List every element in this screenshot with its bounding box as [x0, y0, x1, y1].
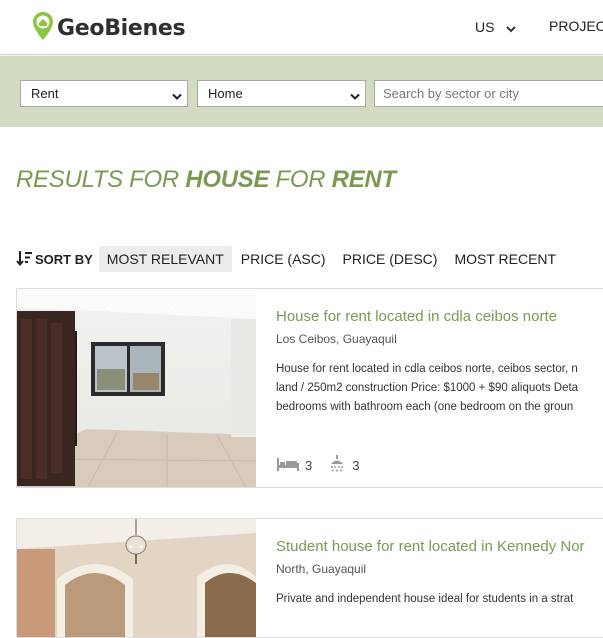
- chevron-down-icon: [350, 89, 360, 104]
- search-placeholder: Search by sector or city: [383, 86, 519, 101]
- sort-label: SORT BY: [16, 250, 93, 269]
- search-band: Rent Home Search by sector or city: [0, 56, 603, 127]
- sort-icon: [16, 250, 32, 269]
- listing-body: Student house for rent located in Kenned…: [276, 519, 603, 637]
- listing-description: Private and independent house ideal for …: [276, 590, 603, 609]
- bathrooms-feature: 3: [328, 455, 359, 476]
- page-title: RESULTS FOR HOUSE FOR RENT: [16, 166, 396, 194]
- listing-location: North, Guayaquil: [276, 562, 367, 576]
- sort-option-price-desc[interactable]: PRICE (DESC): [335, 246, 446, 272]
- listing-photo[interactable]: [17, 519, 256, 637]
- listing-card[interactable]: Student house for rent located in Kenned…: [16, 518, 603, 638]
- listing-body: House for rent located in cdla ceibos no…: [276, 289, 603, 487]
- description-line: bedrooms with bathroom each (one bedroom…: [276, 401, 574, 413]
- location-pin-icon: [32, 11, 54, 46]
- listing-location: Los Ceibos, Guayaquil: [276, 332, 397, 346]
- sort-option-most-recent[interactable]: MOST RECENT: [446, 246, 564, 272]
- property-type-select[interactable]: Home: [197, 80, 366, 107]
- nav-projects-link[interactable]: PROJECT: [549, 18, 603, 34]
- operation-select-value: Rent: [31, 86, 59, 101]
- title-operation: RENT: [331, 166, 396, 193]
- bed-icon: [277, 457, 299, 474]
- title-middle: FOR: [269, 166, 332, 193]
- sort-bar: SORT BY MOST RELEVANT PRICE (ASC) PRICE …: [16, 246, 565, 272]
- bedrooms-feature: 3: [277, 457, 312, 474]
- title-prefix: RESULTS FOR: [16, 166, 186, 193]
- listing-card[interactable]: House for rent located in cdla ceibos no…: [16, 288, 603, 488]
- property-type-select-value: Home: [208, 86, 243, 101]
- operation-select[interactable]: Rent: [20, 80, 188, 107]
- listing-description: House for rent located in cdla ceibos no…: [276, 360, 603, 417]
- chevron-down-icon: [172, 89, 182, 104]
- description-line: House for rent located in cdla ceibos no…: [276, 363, 578, 375]
- logo-text: GeoBienes: [57, 16, 186, 41]
- title-type: HOUSE: [185, 166, 270, 193]
- nav-us-label: US: [475, 19, 495, 35]
- sort-option-most-relevant[interactable]: MOST RELEVANT: [98, 246, 232, 272]
- geobienes-logo[interactable]: GeoBienes: [32, 11, 186, 46]
- listing-photo[interactable]: [17, 289, 256, 487]
- listing-title[interactable]: House for rent located in cdla ceibos no…: [276, 308, 557, 325]
- chevron-down-icon: [506, 20, 517, 36]
- listing-features: 3 3: [277, 455, 375, 476]
- sort-option-price-asc[interactable]: PRICE (ASC): [233, 246, 334, 272]
- nav-us-menu[interactable]: US: [475, 18, 517, 36]
- description-line: land / 250m2 construction Price: $1000 +…: [276, 382, 579, 394]
- bathrooms-count: 3: [352, 458, 360, 473]
- search-input[interactable]: Search by sector or city: [374, 80, 603, 107]
- sort-label-text: SORT BY: [35, 251, 93, 267]
- shower-icon: [328, 455, 346, 476]
- description-line: Private and independent house ideal for …: [276, 593, 574, 605]
- listing-title[interactable]: Student house for rent located in Kenned…: [276, 538, 585, 555]
- top-header: GeoBienes US PROJECT: [0, 0, 603, 55]
- bedrooms-count: 3: [305, 458, 313, 473]
